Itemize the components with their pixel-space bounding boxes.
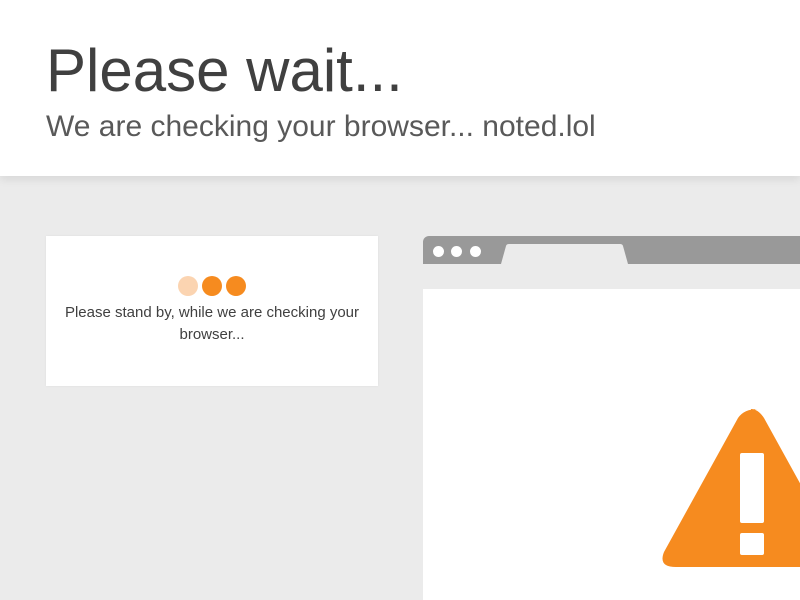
window-dot-icon <box>433 246 444 257</box>
window-dot-icon <box>451 246 462 257</box>
page-title: Please wait... <box>46 37 403 104</box>
page-header: Please wait... We are checking your brow… <box>0 0 800 176</box>
status-card: Please stand by, while we are checking y… <box>46 236 378 386</box>
window-dot-icon <box>470 246 481 257</box>
page-subtitle: We are checking your browser... noted.lo… <box>46 110 596 143</box>
loading-dot-icon <box>178 276 198 296</box>
browser-address-strip <box>423 264 800 289</box>
browser-tab-icon <box>501 244 628 264</box>
loading-dot-icon <box>202 276 222 296</box>
warning-triangle-icon <box>662 408 800 568</box>
loading-dot-icon <box>226 276 246 296</box>
status-message: Please stand by, while we are checking y… <box>64 304 360 343</box>
loading-indicator <box>178 276 248 296</box>
browser-title-bar <box>423 236 800 264</box>
